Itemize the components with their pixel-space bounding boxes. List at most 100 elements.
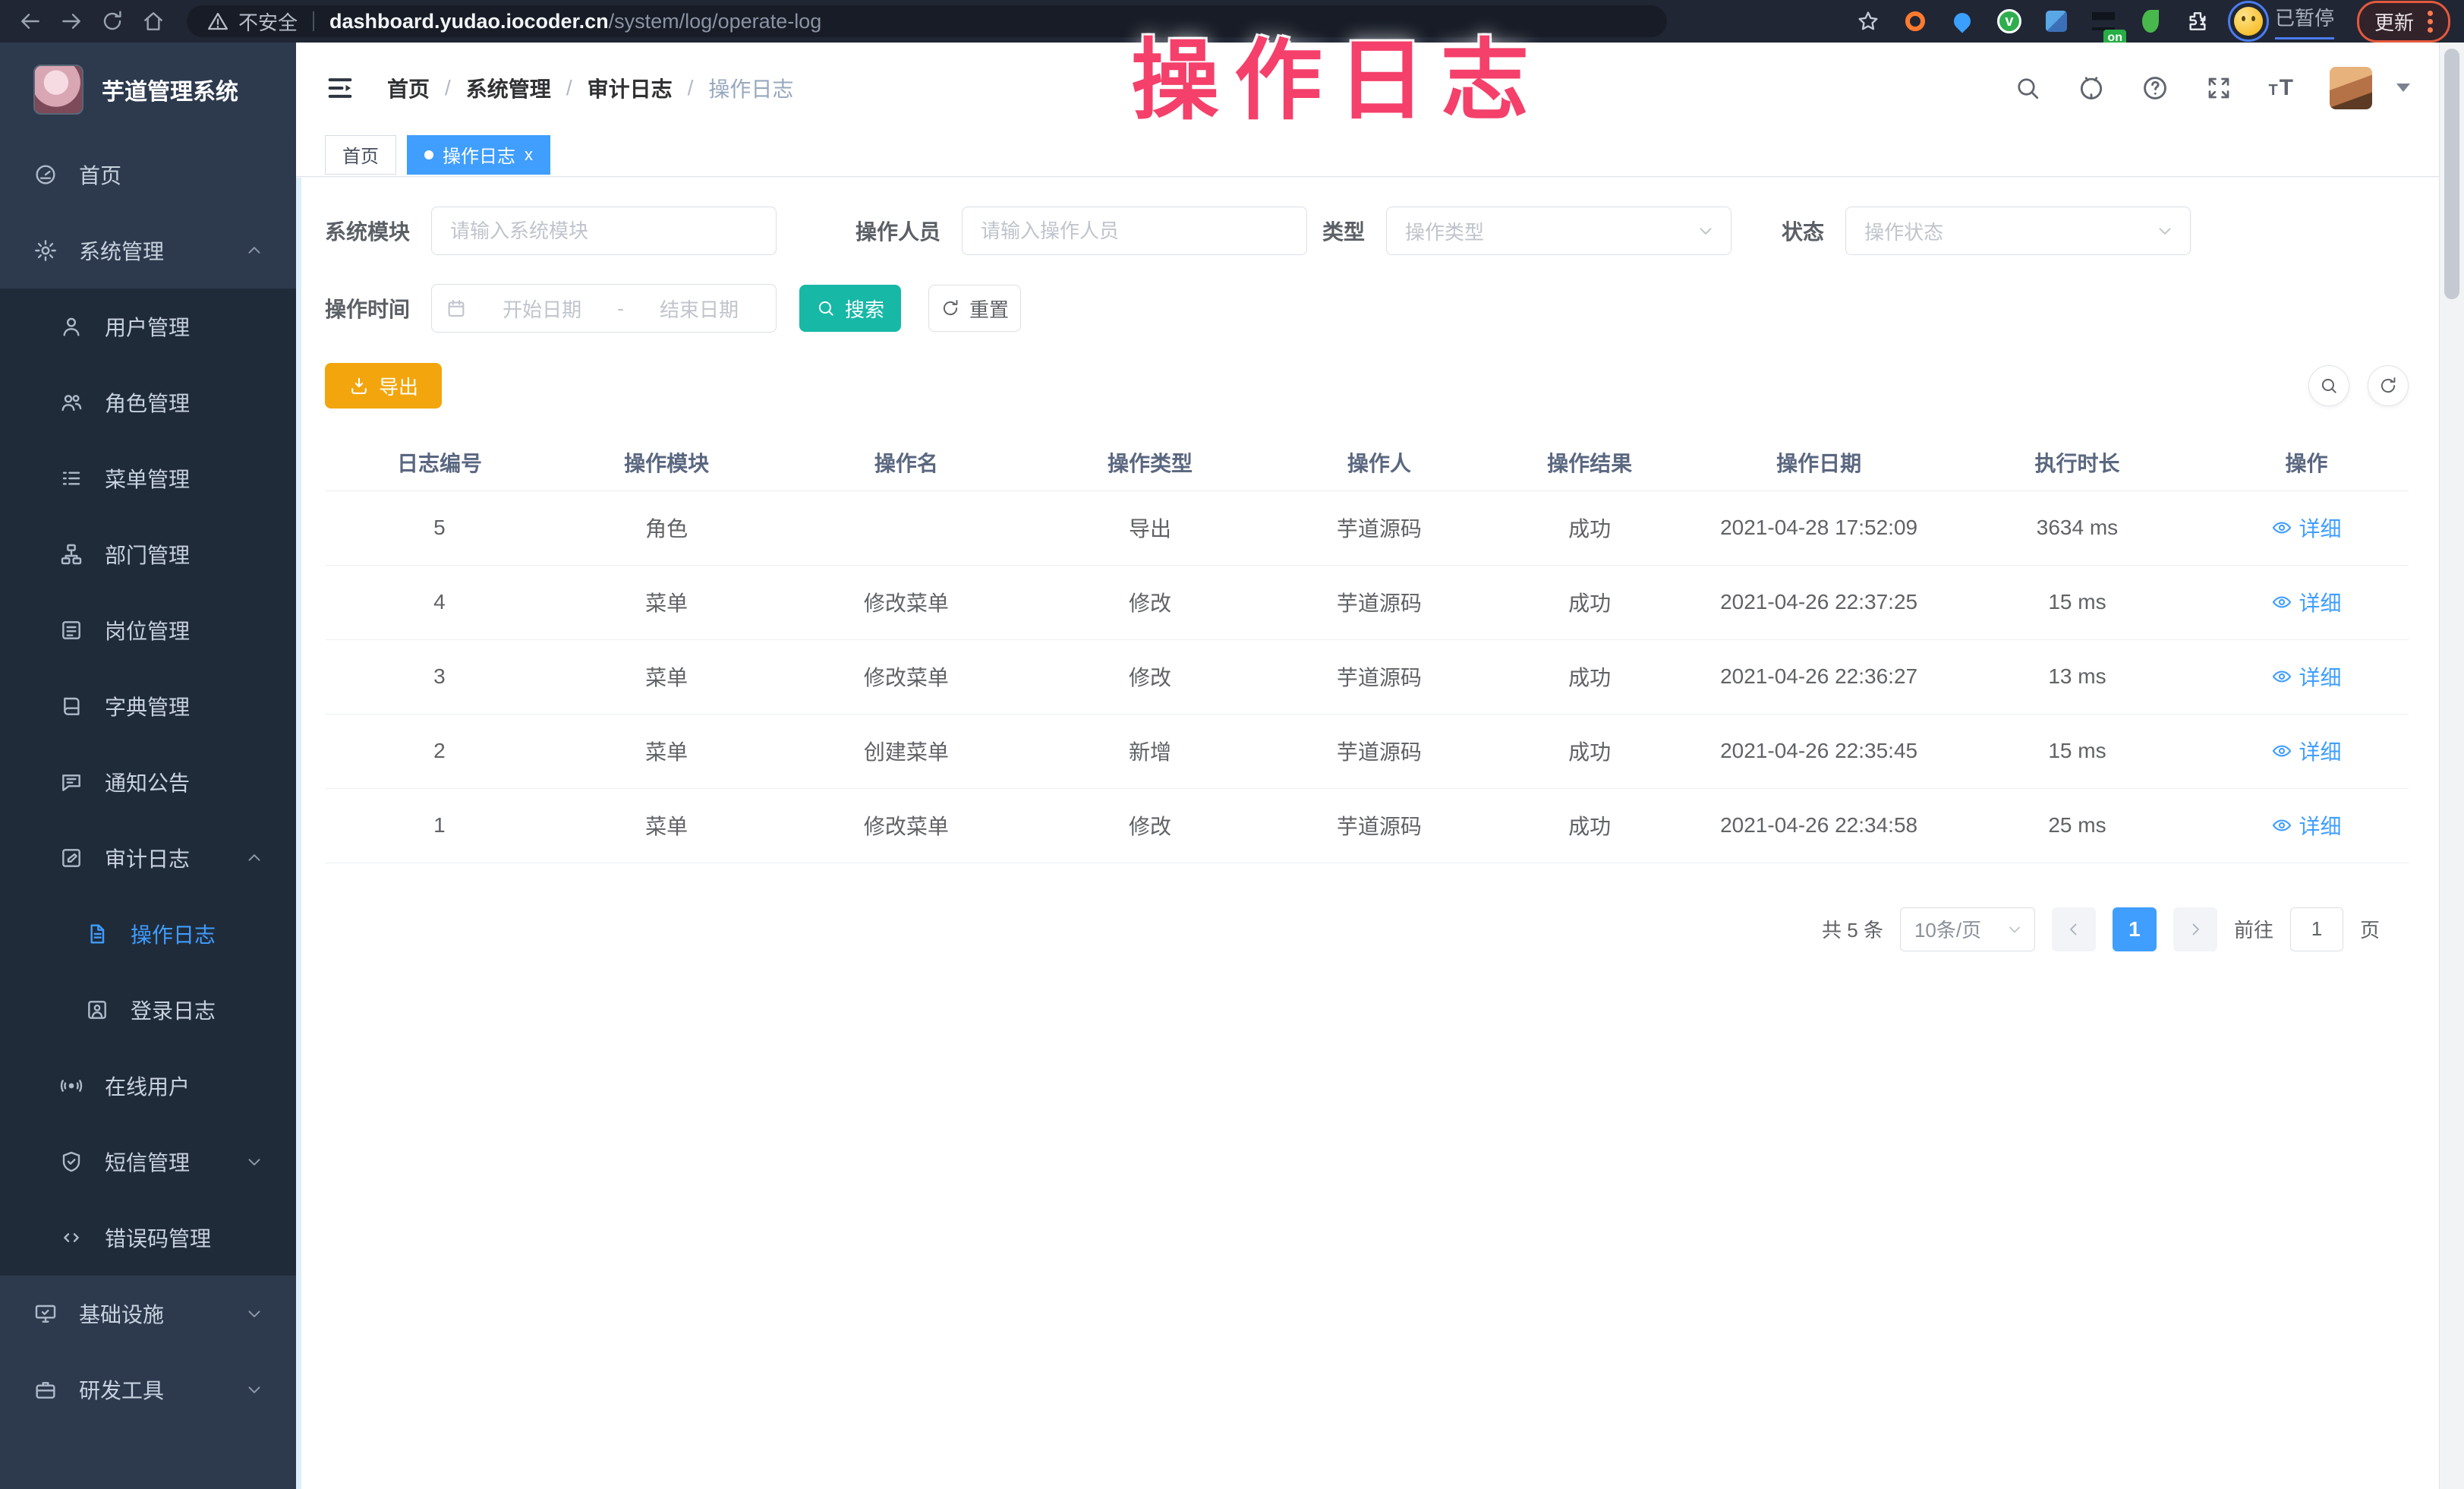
sidebar-item-sms[interactable]: 短信管理 (0, 1124, 296, 1200)
org-tree-icon (59, 541, 85, 567)
sidebar-item-notices[interactable]: 通知公告 (0, 744, 296, 820)
extension-switch-icon[interactable]: on (2090, 8, 2117, 35)
sidebar-item-dev-tools[interactable]: 研发工具 (0, 1352, 296, 1427)
calendar-icon (446, 298, 467, 319)
page-1-button[interactable]: 1 (2113, 907, 2157, 951)
detail-link[interactable]: 详细 (2271, 736, 2341, 766)
browser-back-icon[interactable] (14, 5, 47, 38)
sidebar-item-label: 错误码管理 (105, 1222, 211, 1253)
detail-link[interactable]: 详细 (2271, 661, 2341, 692)
sidebar-item-label: 通知公告 (105, 767, 190, 797)
sidebar-item-system[interactable]: 系统管理 (0, 213, 296, 289)
next-page-button[interactable] (2173, 907, 2217, 951)
sidebar-item-posts[interactable]: 岗位管理 (0, 592, 296, 668)
page-size-select[interactable]: 10条/页 (1900, 907, 2035, 951)
sidebar-item-error-codes[interactable]: 错误码管理 (0, 1200, 296, 1276)
sidebar-item-audit-log[interactable]: 审计日志 (0, 820, 296, 896)
date-range-picker[interactable]: 开始日期 - 结束日期 (431, 284, 777, 333)
browser-menu-icon[interactable] (2428, 11, 2433, 33)
scrollbar-thumb[interactable] (2444, 49, 2459, 299)
tag-operate-log[interactable]: 操作日志 x (407, 135, 550, 175)
sidebar-item-online-users[interactable]: 在线用户 (0, 1048, 296, 1124)
status-select[interactable]: 操作状态 (1845, 207, 2191, 255)
breadcrumb-system[interactable]: 系统管理 (466, 73, 551, 103)
users-icon (59, 390, 85, 415)
col-module: 操作模块 (554, 434, 779, 491)
sidebar-item-login-log[interactable]: 登录日志 (0, 972, 296, 1048)
sidebar-item-dictionary[interactable]: 字典管理 (0, 668, 296, 744)
breadcrumb-home[interactable]: 首页 (387, 73, 430, 103)
cell-result: 成功 (1492, 788, 1687, 863)
operate-log-table: 日志编号 操作模块 操作名 操作类型 操作人 操作结果 操作日期 执行时长 操作… (325, 434, 2409, 863)
extension-pin-icon[interactable] (1949, 8, 1976, 35)
breadcrumb-separator: / (688, 76, 694, 100)
extension-emoji-icon[interactable] (2234, 7, 2263, 36)
goto-page-input[interactable] (2290, 907, 2343, 951)
filter-form: 系统模块 操作人员 类型 操作类型 状态 (296, 178, 2439, 333)
avatar-caret-icon[interactable] (2396, 84, 2410, 92)
collapse-sidebar-icon[interactable] (325, 73, 355, 103)
reset-button[interactable]: 重置 (928, 285, 1021, 332)
browser-update-button[interactable]: 更新 (2357, 1, 2450, 43)
toggle-search-button[interactable] (2308, 365, 2349, 406)
close-icon[interactable]: x (525, 147, 533, 163)
pagination: 共 5 条 10条/页 1 前往 页 (296, 907, 2380, 951)
detail-link[interactable]: 详细 (2271, 810, 2341, 841)
tag-home[interactable]: 首页 (325, 135, 396, 175)
bookmark-star-icon[interactable] (1854, 8, 1882, 35)
extension-blue-icon[interactable] (2043, 8, 2070, 35)
sidebar-item-users[interactable]: 用户管理 (0, 289, 296, 364)
chevron-down-icon (244, 1380, 264, 1399)
cell-operator: 芋道源码 (1267, 639, 1492, 714)
browser-home-icon[interactable] (137, 5, 170, 38)
extension-orange-icon[interactable] (1902, 8, 1929, 35)
sidebar-item-label: 审计日志 (105, 843, 190, 873)
search-icon[interactable] (2013, 74, 2042, 103)
sidebar-item-infrastructure[interactable]: 基础设施 (0, 1276, 296, 1352)
fullscreen-icon[interactable] (2204, 74, 2233, 103)
table-row: 1 菜单 修改菜单 修改 芋道源码 成功 2021-04-26 22:34:58… (325, 788, 2409, 863)
sidebar-item-label: 首页 (79, 159, 121, 190)
detail-link[interactable]: 详细 (2271, 587, 2341, 617)
avatar[interactable] (2330, 67, 2372, 109)
export-button[interactable]: 导出 (325, 363, 442, 409)
refresh-table-button[interactable] (2368, 365, 2409, 406)
browser-reload-icon[interactable] (96, 5, 129, 38)
sidebar-item-menus[interactable]: 菜单管理 (0, 440, 296, 516)
cell-module: 角色 (554, 491, 779, 565)
insecure-warning-icon (206, 10, 229, 33)
type-select[interactable]: 操作类型 (1386, 207, 1731, 255)
annotation-title: 操作日志 (1131, 9, 1544, 137)
breadcrumb-audit-log[interactable]: 审计日志 (588, 73, 673, 103)
cell-type: 修改 (1033, 565, 1266, 639)
extension-sprout-icon[interactable] (2137, 8, 2164, 35)
chevron-up-icon (244, 241, 264, 260)
col-log-id: 日志编号 (325, 434, 554, 491)
cell-type: 修改 (1033, 788, 1266, 863)
browser-forward-icon[interactable] (55, 5, 88, 38)
edit-square-icon (59, 845, 85, 871)
help-icon[interactable] (2141, 74, 2169, 103)
github-icon[interactable] (2077, 74, 2106, 103)
detail-link[interactable]: 详细 (2271, 513, 2341, 543)
app-window: 不安全 dashboard.yudao.iocoder.cn /system/l… (0, 0, 2464, 1489)
insecure-label: 不安全 (238, 8, 298, 36)
scrollbar[interactable] (2439, 43, 2464, 1489)
sidebar-item-operate-log[interactable]: 操作日志 (0, 896, 296, 972)
operator-input[interactable] (962, 207, 1307, 255)
browser-extensions-area: v on 已暂停 更新 (1835, 1, 2450, 43)
sidebar-logo-row[interactable]: 芋道管理系统 (0, 43, 296, 137)
sidebar-item-roles[interactable]: 角色管理 (0, 364, 296, 440)
prev-page-button[interactable] (2052, 907, 2096, 951)
extensions-puzzle-icon[interactable] (2184, 8, 2211, 35)
sidebar-item-home[interactable]: 首页 (0, 137, 296, 213)
sidebar-item-label: 操作日志 (131, 919, 216, 949)
col-result: 操作结果 (1492, 434, 1687, 491)
module-input[interactable] (431, 207, 777, 255)
font-size-icon[interactable]: TT (2268, 75, 2295, 101)
sidebar-item-departments[interactable]: 部门管理 (0, 516, 296, 592)
extension-vue-devtools-icon[interactable]: v (1996, 8, 2023, 35)
end-date-placeholder: 结束日期 (636, 295, 762, 323)
search-button[interactable]: 搜索 (799, 285, 901, 332)
sidebar-item-label: 基础设施 (79, 1298, 164, 1329)
